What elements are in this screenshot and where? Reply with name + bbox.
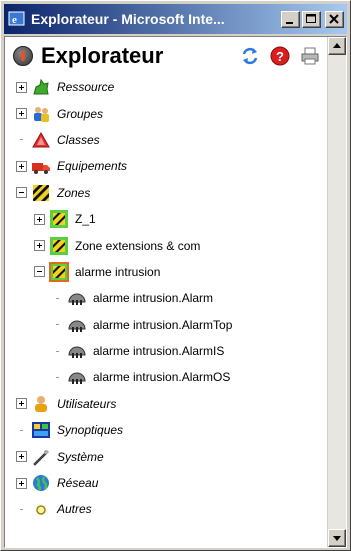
tree-leaf-connector-icon	[16, 504, 27, 515]
tree-item[interactable]: alarme intrusion.AlarmIS	[5, 338, 327, 364]
panel-title: Explorateur	[41, 42, 164, 68]
tree-item[interactable]: Groupes	[5, 100, 327, 126]
tree-item[interactable]: Zone extensions & com	[5, 232, 327, 258]
tree-item[interactable]: Ressource	[5, 74, 327, 100]
explorer-logo-icon	[13, 45, 33, 66]
tree-item-label: Equipements	[57, 159, 128, 174]
tree-item-label: alarme intrusion	[75, 264, 161, 279]
tree-leaf-connector-icon	[52, 319, 63, 330]
tree-item[interactable]: alarme intrusion	[5, 259, 327, 285]
tree-item-label: Groupes	[57, 106, 104, 121]
expand-icon[interactable]	[34, 240, 45, 252]
help-icon[interactable]: ?	[269, 45, 291, 67]
zone-green-icon	[49, 236, 69, 256]
maximize-button[interactable]	[302, 10, 321, 28]
refresh-icon[interactable]	[239, 45, 261, 67]
tree-item-label: alarme intrusion.AlarmIS	[93, 344, 225, 359]
sensor-icon	[67, 288, 87, 308]
tree-item[interactable]: Classes	[5, 127, 327, 153]
tree-item-label: Utilisateurs	[57, 396, 117, 411]
header-toolbar: ?	[239, 45, 321, 67]
sensor-icon	[67, 315, 87, 335]
tree-item-label: Ressource	[57, 80, 115, 95]
tree-item-label: Système	[57, 449, 104, 464]
tree-item[interactable]: alarme intrusion.Alarm	[5, 285, 327, 311]
tree-item-label: Autres	[57, 502, 92, 517]
internet-explorer-icon: e	[8, 10, 26, 28]
zone-icon	[31, 183, 51, 203]
print-icon[interactable]	[299, 45, 321, 67]
panel-header: Explorateur ?	[5, 37, 327, 74]
tree-item-label: Zone extensions & com	[75, 238, 201, 253]
svg-text:?: ?	[276, 49, 284, 64]
tree-item[interactable]: alarme intrusion.AlarmOS	[5, 364, 327, 390]
expand-icon[interactable]	[16, 398, 27, 410]
circle-icon	[31, 499, 51, 519]
tree-item-label: Zones	[57, 185, 91, 200]
sensor-icon	[67, 341, 87, 361]
tree-leaf-connector-icon	[16, 425, 27, 436]
tree-item-label: Classes	[57, 132, 100, 147]
tree-leaf-connector-icon	[52, 372, 63, 383]
svg-text:e: e	[12, 14, 17, 26]
close-button[interactable]	[325, 10, 344, 28]
tree-item[interactable]: Système	[5, 443, 327, 469]
collapse-icon[interactable]	[16, 187, 27, 199]
plant-icon	[31, 77, 51, 97]
tree-item[interactable]: Réseau	[5, 470, 327, 496]
vertical-scrollbar[interactable]	[327, 37, 346, 547]
expand-icon[interactable]	[16, 81, 27, 93]
tree-item-label: alarme intrusion.AlarmTop	[93, 317, 233, 332]
sensor-icon	[67, 367, 87, 387]
expand-icon[interactable]	[16, 477, 27, 489]
tree-item[interactable]: Zones	[5, 180, 327, 206]
tree-item[interactable]: Autres	[5, 496, 327, 522]
tree-item-label: Synoptiques	[57, 423, 124, 438]
browser-window: e Explorateur - Microsoft Inte... Explor…	[0, 0, 351, 551]
scroll-down-button[interactable]	[328, 529, 346, 547]
globe-icon	[31, 473, 51, 493]
tree-leaf-connector-icon	[16, 134, 27, 145]
collapse-icon[interactable]	[34, 266, 45, 278]
expand-icon[interactable]	[16, 451, 27, 463]
zone-orange-icon	[49, 261, 69, 282]
tree-item[interactable]: Utilisateurs	[5, 391, 327, 417]
users-icon	[31, 104, 51, 124]
tree-item[interactable]: Z_1	[5, 206, 327, 232]
zone-green-icon	[49, 209, 69, 229]
explorer-tree: Ressource Groupes Classes Equipements Zones Z…	[5, 74, 327, 523]
scroll-up-button[interactable]	[328, 37, 346, 55]
title-bar[interactable]: e Explorateur - Microsoft Inte...	[4, 4, 347, 34]
truck-icon	[31, 156, 51, 176]
expand-icon[interactable]	[16, 160, 27, 172]
tree-item-label: Réseau	[57, 476, 99, 491]
window-controls	[281, 10, 344, 28]
tree-item-label: Z_1	[75, 212, 96, 227]
expand-icon[interactable]	[16, 108, 27, 120]
expand-icon[interactable]	[34, 213, 45, 225]
tree-item[interactable]: alarme intrusion.AlarmTop	[5, 312, 327, 338]
tree-item[interactable]: Synoptiques	[5, 417, 327, 443]
tree-item-label: alarme intrusion.Alarm	[93, 291, 214, 306]
window-title: Explorateur - Microsoft Inte...	[31, 11, 225, 27]
tool-icon	[31, 447, 51, 467]
user-icon	[31, 394, 51, 414]
minimize-button[interactable]	[281, 10, 300, 28]
tree-leaf-connector-icon	[52, 293, 63, 304]
tree-item-label: alarme intrusion.AlarmOS	[93, 370, 231, 385]
tree-item[interactable]: Equipements	[5, 153, 327, 179]
tree-leaf-connector-icon	[52, 346, 63, 357]
synoptic-icon	[31, 420, 51, 440]
explorer-pane: Explorateur ? Ressource Groupes Classes …	[4, 36, 347, 548]
triangle-icon	[31, 130, 51, 150]
